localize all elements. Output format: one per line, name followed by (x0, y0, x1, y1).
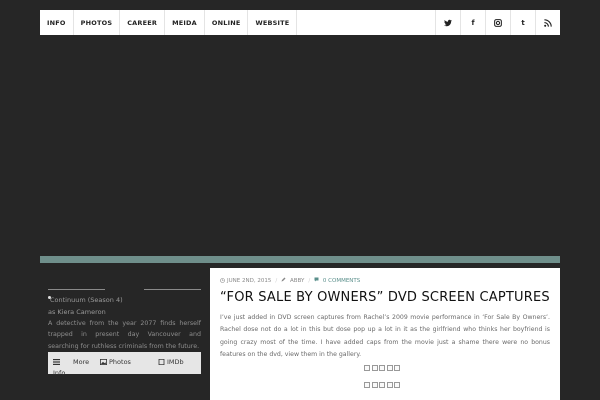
comment-icon (314, 277, 319, 282)
gallery-thumbnail[interactable] (364, 365, 370, 371)
menu-icon (53, 359, 60, 365)
nav-item-meida[interactable]: MEIDA (165, 10, 205, 35)
accent-divider (40, 256, 560, 263)
imdb-link[interactable]: IMDb (158, 358, 184, 366)
main-menu: INFO PHOTOS CAREER MEIDA ONLINE WEBSITE (40, 10, 298, 35)
twitter-icon[interactable] (435, 10, 460, 35)
post-date: JUNE 2ND, 2015 (220, 278, 271, 284)
project-description: A detective from the year 2077 finds her… (48, 320, 201, 350)
post-author[interactable]: ABBY (281, 277, 304, 284)
document-icon (158, 359, 165, 365)
imdb-link-label: IMDb (167, 358, 184, 366)
more-link-label: More (73, 358, 90, 366)
nav-item-career[interactable]: CAREER (120, 10, 166, 35)
post-meta: JUNE 2ND, 2015 / ABBY / 0 COMMENTS (220, 277, 360, 284)
info-link[interactable]: Info (53, 369, 65, 377)
gallery-thumbnail[interactable] (394, 365, 400, 371)
gallery-thumbnail[interactable] (394, 382, 400, 388)
rss-icon[interactable] (535, 10, 560, 35)
gallery-thumbnail[interactable] (379, 365, 385, 371)
project-role: as Kiera Cameron (48, 308, 106, 316)
gallery-thumbnail[interactable] (386, 382, 393, 388)
meta-separator: / (308, 277, 311, 284)
gallery-thumbnail[interactable] (371, 382, 378, 388)
gallery-thumbnail[interactable] (386, 365, 393, 371)
instagram-icon[interactable] (485, 10, 510, 35)
post-title[interactable]: “FOR SALE BY OWNERS” DVD SCREEN CAPTURES (220, 290, 555, 305)
top-navigation-bar: INFO PHOTOS CAREER MEIDA ONLINE WEBSITE … (40, 10, 560, 35)
project-links: More Photos IMDb Info (48, 352, 201, 377)
photos-link[interactable]: Photos (100, 358, 131, 366)
post-author-text: ABBY (289, 278, 305, 284)
tumblr-icon[interactable]: t (510, 10, 535, 35)
social-links: f t (435, 10, 560, 35)
facebook-icon[interactable]: f (460, 10, 485, 35)
gallery-thumbnail[interactable] (379, 382, 385, 388)
meta-separator: / (275, 277, 278, 284)
sidebar-divider-left (48, 289, 105, 290)
image-icon (100, 359, 107, 365)
blog-post: JUNE 2ND, 2015 / ABBY / 0 COMMENTS “FOR … (210, 268, 560, 400)
post-comments-text: 0 COMMENTS (322, 278, 361, 284)
gallery-thumbnail[interactable] (371, 365, 378, 371)
gallery-thumbnails (364, 365, 400, 371)
nav-item-website[interactable]: WEBSITE (248, 10, 298, 35)
post-date-text: JUNE 2ND, 2015 (227, 277, 272, 284)
nav-item-online[interactable]: ONLINE (205, 10, 249, 35)
clock-icon (220, 278, 225, 283)
nav-item-info[interactable]: INFO (40, 10, 74, 35)
post-comments-link[interactable]: 0 COMMENTS (314, 277, 360, 284)
gallery-thumbnails (364, 382, 400, 388)
more-link[interactable]: More (53, 358, 89, 366)
sidebar-divider-right (144, 289, 201, 290)
photos-link-label: Photos (109, 358, 131, 366)
nav-item-photos[interactable]: PHOTOS (74, 10, 121, 35)
post-body: I’ve just added in DVD screen captures f… (220, 314, 550, 359)
pencil-icon (281, 277, 286, 282)
gallery-thumbnail[interactable] (364, 382, 370, 388)
project-title: Continuum (Season 4) (50, 296, 123, 304)
